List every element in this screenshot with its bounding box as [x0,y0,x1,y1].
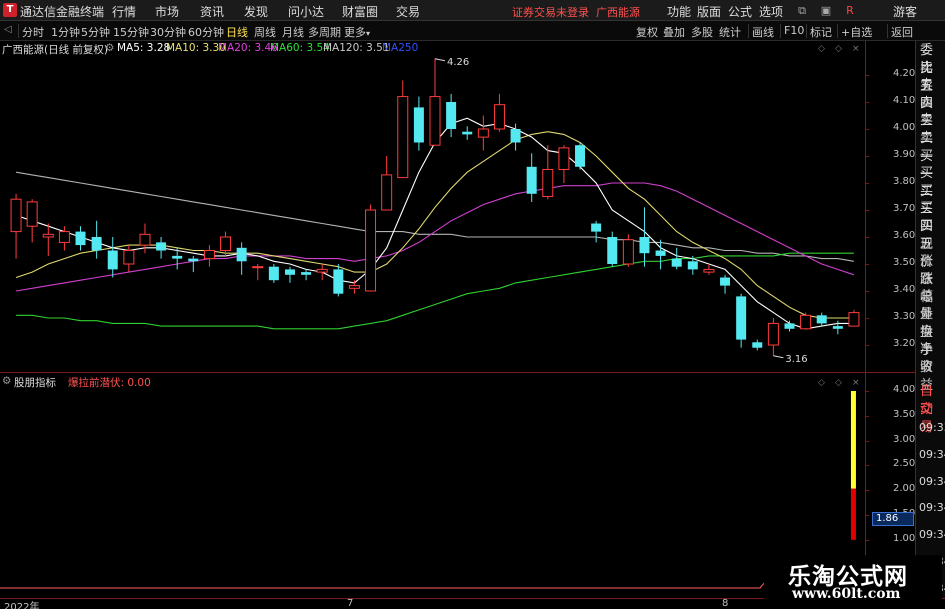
trade-time: 09:34 [919,501,945,515]
candle-body [42,233,54,238]
candle-body [413,107,424,143]
quote-side-panel: 委比 卖五 卖四 卖三 卖二 卖一 买一 买二 买三 买四 买五 现价 涨跌 涨幅 总量 外盘 换手 净资 收益 自动… [915,41,945,609]
trade-time: 09:33 [919,421,945,434]
price-tick [865,183,869,184]
toolbar-divider [887,24,888,38]
candle-body [542,169,554,197]
date-label: 7 [347,598,354,609]
candle-body [526,166,537,194]
candle-body [268,266,279,281]
trade-time: 09:34 [919,528,945,542]
candle-body [301,272,312,275]
candle-body [655,250,666,256]
trading-terminal-window: T 通达信金融终端 行情 市场 资讯 发现 问小达 财富圈 交易 证券交易未登录… [0,0,945,609]
btn-fanhui[interactable]: 返回 [891,24,913,40]
candle-body [558,147,570,170]
candle-body [316,268,328,273]
candle-body [832,326,843,329]
trade-time: 09:34 [919,447,945,461]
indicator-tick [865,515,869,516]
candle-body [333,269,344,294]
indicator-baseline [0,569,776,589]
panel-divider [0,372,915,373]
user-guest[interactable]: 游客 [893,3,917,20]
candle-body [203,250,215,260]
candle-body [381,174,393,211]
ma10-line [15,131,854,319]
price-tick [865,75,869,76]
candle-body [397,96,409,179]
candle-body [446,102,457,129]
candle-body [26,201,38,227]
candle-body [477,128,489,138]
candle-body [75,231,86,246]
candle-body [429,96,441,146]
price-tick [865,102,869,103]
candle-body [462,131,473,135]
date-label: 8 [722,598,729,609]
candle-body [58,231,70,243]
trade-time: 09:34 [919,474,945,488]
indicator-tick [865,440,869,442]
indicator-tick [865,465,869,467]
price-tick [865,291,869,292]
candle-body [591,223,602,232]
candle-body [139,233,151,246]
candle-body [348,285,360,289]
indicator-value-tag: 1.86 [872,512,914,526]
candle-body [784,323,795,329]
candle-body [639,237,650,254]
candle-body [172,255,183,259]
candle-body [123,250,135,265]
candle-body [607,237,618,264]
price-tick [865,264,869,265]
indicator-bar-yellow [850,391,856,489]
price-tick [865,237,869,238]
date-label: 2022年 [4,602,40,609]
indicator-tick [865,391,869,392]
price-tick [865,129,869,130]
candle-body [91,237,102,251]
candle-body [622,239,634,265]
candle-body [720,277,731,286]
indicator-bar-red [850,488,856,540]
watermark: 乐淘公式网 www.60lt.com [764,555,942,607]
indicator-tick [865,490,869,492]
price-tick [865,156,869,157]
high-price-label: 4.26 [447,57,469,68]
candle-body [816,315,827,324]
candle-body [107,250,118,270]
high-marker-line [434,58,446,62]
candle-body [671,258,682,267]
candle-body [220,236,232,251]
candle-body [848,312,860,327]
kline-chart[interactable]: 4.26 3.16 [0,0,865,598]
candle-body [188,258,199,262]
low-marker-line [773,355,784,359]
candle-body [575,145,586,167]
indicator-tick [865,415,869,417]
price-tick [865,345,869,346]
ma5-line [15,117,854,330]
ma60-line [16,252,854,330]
candle-body [252,266,264,269]
candle-body [10,198,22,233]
candle-body [752,342,763,348]
candle-body [767,322,779,346]
candle-body [156,242,167,251]
candle-body [510,129,521,143]
candle-body [284,269,295,275]
candle-body [736,296,747,340]
candle-body [703,268,715,273]
price-tick [865,318,869,319]
candle-body [687,261,698,270]
indicator-tick [865,539,869,541]
candle-body [800,314,812,330]
candle-body [365,209,377,292]
watermark-url: www.60lt.com [792,586,901,602]
candle-body [236,247,247,262]
candle-body [493,104,505,130]
price-tick [865,210,869,211]
low-price-label: 3.16 [785,354,807,365]
